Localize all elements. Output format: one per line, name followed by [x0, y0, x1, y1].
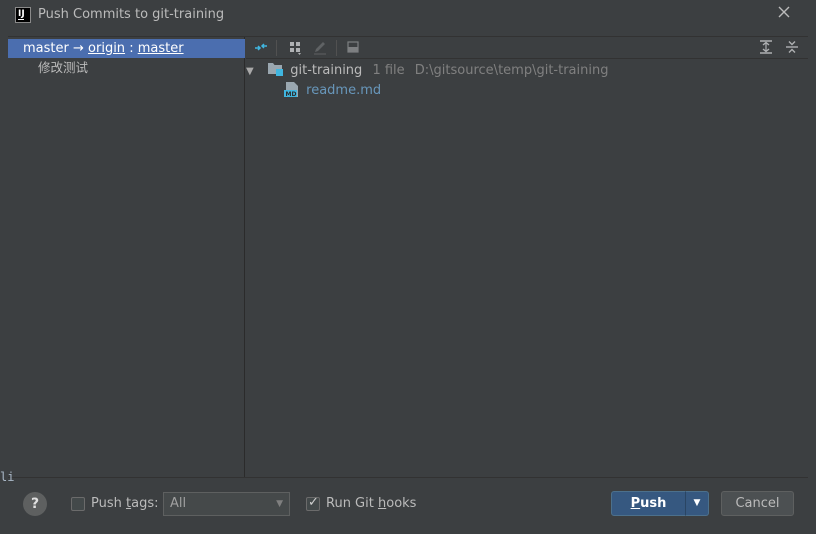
expand-all-button[interactable]: [755, 37, 777, 57]
file-name: readme.md: [306, 83, 382, 98]
file-item[interactable]: MD readme.md: [284, 81, 381, 100]
commit-item[interactable]: 修改测试: [38, 59, 88, 77]
cancel-button[interactable]: Cancel: [721, 491, 794, 516]
remote-name-link[interactable]: origin: [88, 41, 125, 56]
toolbar-separator: [276, 40, 277, 56]
intellij-app-icon: IJ: [15, 7, 31, 23]
repository-node[interactable]: ▼ git-training 1 file D:\gitsource\temp\…: [246, 61, 608, 80]
preview-icon: [347, 41, 359, 53]
local-branch: master: [23, 41, 69, 56]
run-git-hooks-label: Run Git hooks: [326, 496, 417, 511]
dialog-content: master → origin : master 修改测试 ▼ git-trai…: [8, 36, 808, 477]
changes-toolbar: [246, 37, 808, 59]
run-git-hooks-checkbox[interactable]: [306, 495, 320, 511]
tags-select[interactable]: All ▼: [163, 492, 290, 516]
folder-icon: [268, 62, 284, 76]
repo-name: git-training: [290, 63, 363, 78]
expand-all-icon: [760, 40, 772, 54]
collapse-all-icon: [786, 41, 798, 53]
branch-mapping-row[interactable]: master → origin : master: [8, 39, 245, 58]
collapse-all-button[interactable]: [781, 37, 803, 57]
close-icon: [778, 6, 790, 18]
edit-source-button[interactable]: [309, 37, 331, 57]
window-title: Push Commits to git-training: [38, 7, 225, 22]
svg-text:MD: MD: [286, 91, 297, 97]
changes-pane: ▼ git-training 1 file D:\gitsource\temp\…: [246, 37, 808, 477]
commits-pane: master → origin : master 修改测试: [8, 37, 245, 477]
help-button[interactable]: ?: [23, 492, 47, 516]
diff-arrows-icon: [255, 43, 267, 51]
chevron-down-icon: ▼: [276, 499, 283, 509]
background-code-fragment: li: [0, 470, 15, 484]
expand-toggle-icon[interactable]: ▼: [246, 62, 260, 81]
remote-branch-link[interactable]: master: [138, 41, 184, 56]
push-tags-checkbox[interactable]: [71, 497, 85, 511]
file-count: 1 file: [372, 63, 405, 78]
branch-separator: :: [129, 41, 134, 56]
dialog-footer: ? Push tags: All ▼ Run Git hooks Push ▼ …: [8, 477, 808, 526]
markdown-file-icon: MD: [284, 82, 299, 98]
title-bar: IJ Push Commits to git-training: [0, 0, 816, 30]
toolbar-separator: [336, 40, 337, 56]
push-tags-label: Push tags:: [91, 496, 159, 511]
close-button[interactable]: [775, 5, 793, 23]
push-commits-dialog: IJ Push Commits to git-training master →…: [0, 0, 816, 534]
show-diff-button[interactable]: [250, 37, 272, 57]
push-button[interactable]: Push: [611, 491, 686, 516]
group-by-icon: [290, 42, 301, 55]
chevron-down-icon: ▼: [693, 498, 701, 508]
push-options-dropdown[interactable]: ▼: [685, 491, 709, 516]
preview-diff-button[interactable]: [342, 37, 364, 57]
pencil-icon: [314, 42, 326, 55]
arrow-icon: →: [72, 41, 84, 56]
repo-path: D:\gitsource\temp\git-training: [414, 63, 609, 78]
group-by-button[interactable]: [284, 37, 306, 57]
tags-select-value: All: [170, 496, 187, 511]
